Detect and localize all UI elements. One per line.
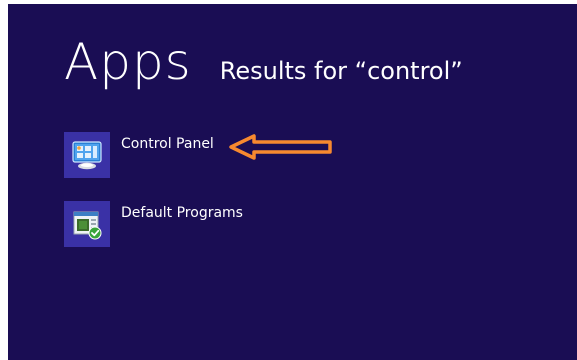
result-default-programs[interactable]: Default Programs bbox=[64, 201, 243, 247]
search-results-screen: Apps Results for “control” Control Panel bbox=[8, 4, 577, 360]
results-subtitle: Results for “control” bbox=[219, 57, 463, 85]
search-header: Apps Results for “control” bbox=[64, 32, 463, 92]
result-label: Control Panel bbox=[121, 136, 214, 152]
result-label: Default Programs bbox=[121, 205, 243, 221]
result-control-panel[interactable]: Control Panel bbox=[64, 132, 214, 178]
arrow-left-icon bbox=[229, 134, 332, 160]
page-title: Apps bbox=[64, 33, 192, 91]
default-programs-icon bbox=[64, 201, 110, 247]
control-panel-icon bbox=[64, 132, 110, 178]
